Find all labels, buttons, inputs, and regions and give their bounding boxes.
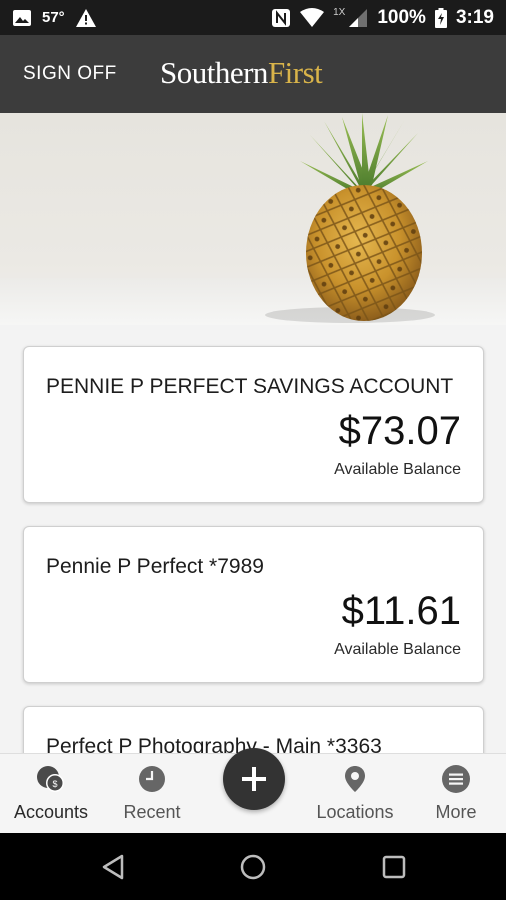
svg-text:$: $ (52, 779, 57, 789)
status-bar: 57° 1X 100% 3:19 (0, 0, 506, 35)
account-balance: $73.07 (338, 409, 461, 453)
plus-icon (242, 767, 266, 791)
nav-label: Locations (316, 802, 394, 822)
southernfirst-logo: SouthernFirst (160, 55, 323, 91)
home-icon[interactable] (236, 850, 270, 884)
account-card[interactable]: Perfect P Photography - Main *3363 (23, 706, 484, 753)
bottom-navigation: $ Accounts Recent Locations More (0, 748, 506, 834)
available-balance-label: Available Balance (334, 641, 461, 658)
app-bar: SIGN OFF SouthernFirst (0, 35, 506, 113)
account-name: PENNIE P PERFECT SAVINGS ACCOUNT (46, 375, 454, 398)
system-navigation-bar (0, 833, 506, 900)
nav-accounts[interactable]: $ Accounts (1, 754, 101, 834)
accounts-icon: $ (36, 764, 66, 794)
available-balance-label: Available Balance (334, 461, 461, 478)
nav-label: More (435, 802, 477, 822)
add-button[interactable] (223, 748, 285, 810)
battery-charging-icon (434, 7, 447, 28)
sign-off-button[interactable]: SIGN OFF (23, 63, 117, 85)
account-card[interactable]: PENNIE P PERFECT SAVINGS ACCOUNT $73.07 … (23, 346, 484, 503)
temperature-text: 57° (42, 9, 65, 26)
clock-icon (137, 764, 167, 794)
logo-text-southern: Southern (160, 55, 268, 90)
hero-banner-image (0, 113, 506, 325)
account-balance: $11.61 (341, 589, 461, 633)
pineapple-image (265, 113, 435, 323)
menu-icon (441, 764, 471, 794)
battery-percentage: 100% (377, 6, 426, 28)
account-card[interactable]: Pennie P Perfect *7989 $11.61 Available … (23, 526, 484, 683)
account-name: Pennie P Perfect *7989 (46, 555, 264, 578)
accounts-list: PENNIE P PERFECT SAVINGS ACCOUNT $73.07 … (0, 325, 506, 753)
nfc-icon (271, 8, 291, 28)
nav-locations[interactable]: Locations (305, 754, 405, 834)
recents-icon[interactable] (377, 850, 411, 884)
nav-more[interactable]: More (406, 754, 506, 834)
back-icon[interactable] (96, 850, 130, 884)
network-type-label: 1X (333, 7, 346, 18)
alert-icon (75, 8, 97, 28)
signal-icon (348, 8, 368, 28)
nav-recent[interactable]: Recent (102, 754, 202, 834)
clock-time: 3:19 (455, 6, 494, 28)
logo-text-first: First (267, 55, 323, 90)
nav-label: Recent (123, 802, 181, 822)
nav-label: Accounts (13, 802, 89, 822)
location-pin-icon (340, 764, 370, 794)
image-icon (12, 9, 32, 27)
wifi-icon (300, 7, 325, 28)
